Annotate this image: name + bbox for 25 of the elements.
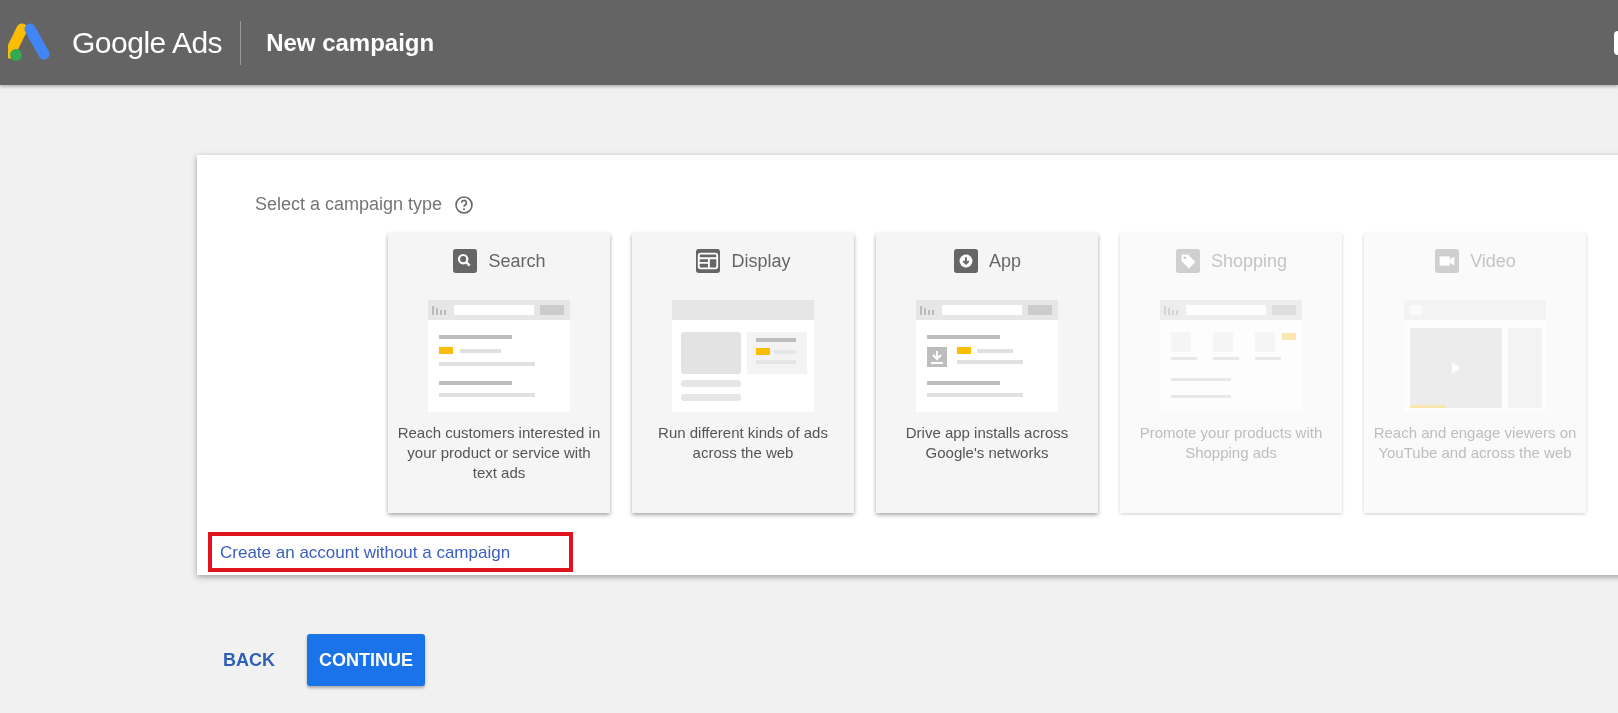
card-description: Promote your products with Shopping ads bbox=[1138, 423, 1324, 463]
card-title: Search bbox=[488, 249, 546, 273]
campaign-type-card[interactable]: Display Run different kinds of ads across the web bbox=[632, 233, 854, 513]
campaign-type-card[interactable]: Search Reach customers interested in your product or service with text ads bbox=[388, 233, 610, 513]
continue-button[interactable]: CONTINUE bbox=[307, 634, 425, 686]
search-icon bbox=[452, 249, 479, 273]
campaign-type-card[interactable]: App Drive app installs across Google's networks bbox=[876, 233, 1098, 513]
download-icon bbox=[953, 249, 979, 273]
card-title: App bbox=[989, 249, 1021, 273]
card-description: Run different kinds of ads across the web bbox=[657, 423, 829, 463]
logo-icon bbox=[8, 22, 52, 63]
help-icon[interactable] bbox=[454, 194, 475, 215]
back-button[interactable]: BACK bbox=[223, 646, 275, 674]
tag-icon bbox=[1174, 249, 1201, 273]
product-name: Google Ads bbox=[72, 25, 223, 61]
card-description: Drive app installs across Google's networks bbox=[904, 423, 1070, 463]
account-avatar-icon[interactable] bbox=[1614, 31, 1618, 55]
card-description: Reach customers interested in your product or service with text ads bbox=[396, 423, 602, 483]
section-label: Select a campaign type bbox=[255, 193, 443, 216]
browser-window-icon bbox=[695, 249, 722, 273]
card-description: Reach and engage viewers on YouTube and across the web bbox=[1372, 423, 1578, 463]
card-title: Display bbox=[731, 249, 791, 273]
video-camera-icon bbox=[1434, 249, 1461, 273]
create-account-link[interactable]: Create an account without a campaign bbox=[212, 536, 569, 566]
page-title: New campaign bbox=[266, 27, 435, 58]
